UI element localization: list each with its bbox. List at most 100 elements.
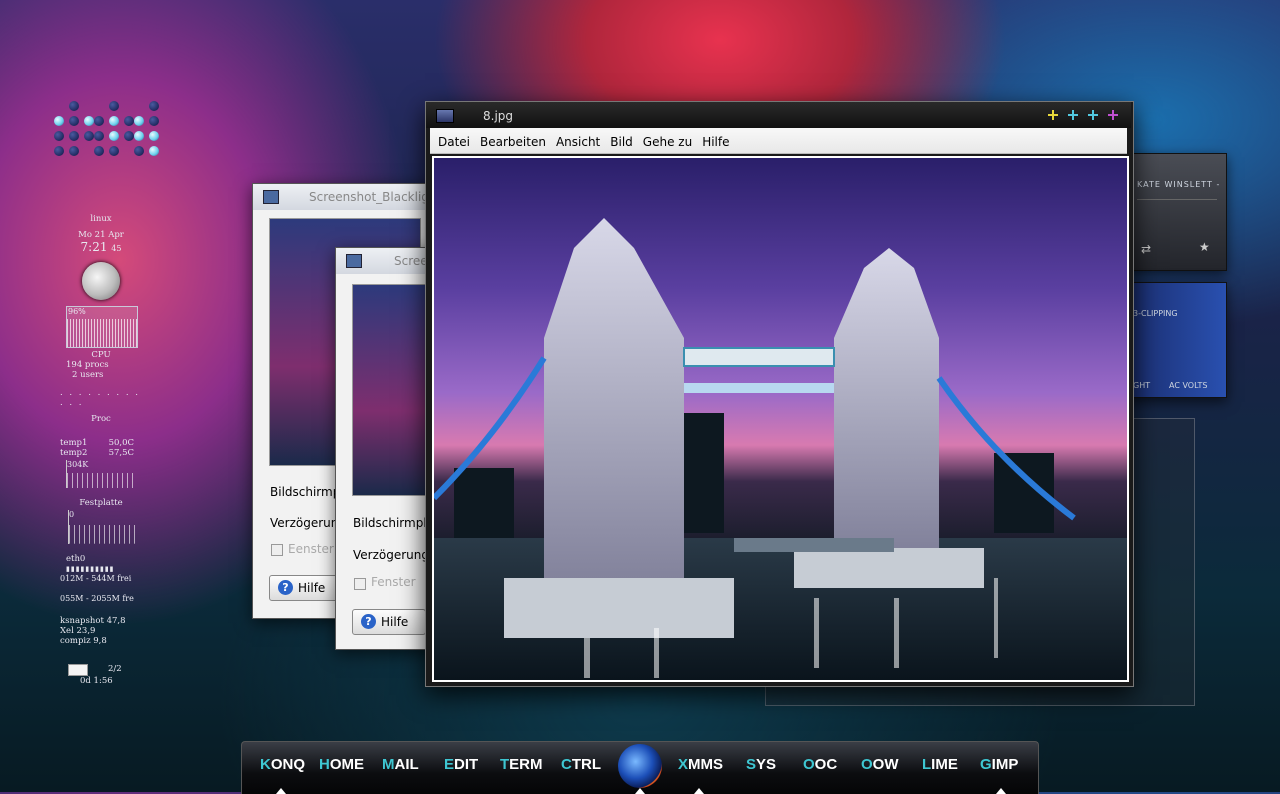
dock-item-label: ERM xyxy=(509,756,543,773)
dock-item-initial: M xyxy=(382,756,395,773)
ksnapshot-icon xyxy=(346,254,362,268)
temp1-value: 50,0C xyxy=(108,438,134,448)
mail-icon[interactable] xyxy=(68,664,88,676)
maximize-button[interactable] xyxy=(1087,109,1099,121)
temp1-label: temp1 xyxy=(60,438,88,448)
menubar: Datei Bearbeiten Ansicht Bild Gehe zu Hi… xyxy=(430,128,1127,154)
dock-item-mail[interactable]: MAIL xyxy=(382,756,419,773)
divider: . . . . . . . . . . . . xyxy=(60,388,140,408)
image-viewer-window[interactable]: 8.jpg Datei Bearbeiten Ansicht Bild Gehe… xyxy=(425,101,1134,687)
mail-count: 2/2 xyxy=(108,664,122,674)
dock-item-label: TRL xyxy=(571,756,602,773)
image-canvas[interactable] xyxy=(432,156,1129,682)
mem-line-1: 012M - 544M frei xyxy=(60,574,132,583)
dock-item-initial: G xyxy=(980,756,992,773)
clock-seconds: 45 xyxy=(111,244,122,253)
dock-item-label: MMS xyxy=(688,756,724,773)
eq-right-label: AC VOLTS xyxy=(1169,381,1208,390)
desktop-dots-logo xyxy=(54,101,164,161)
temp2-label: temp2 xyxy=(60,448,88,458)
image-viewer-titlebar[interactable]: 8.jpg xyxy=(426,102,1131,128)
dock-item-label: OW xyxy=(872,756,899,773)
dock-item-xmms[interactable]: XMMS xyxy=(678,756,723,773)
uptime: 0d 1:56 xyxy=(80,676,113,686)
dock-item-label: IMP xyxy=(991,756,1019,773)
users-count: 2 users xyxy=(72,370,104,380)
menu-gehe-zu[interactable]: Gehe zu xyxy=(643,128,692,153)
procs-count: 194 procs xyxy=(66,360,109,370)
help-button[interactable]: ? Hilfe xyxy=(352,609,426,635)
xmms-repeat-icon[interactable]: ⇄ xyxy=(1141,242,1151,256)
disk-graph: 0 xyxy=(68,510,136,544)
dock-item-gimp[interactable]: GIMP xyxy=(980,756,1018,773)
top-process-2: Xel 23,9 xyxy=(60,626,96,636)
dock-item-lime[interactable]: LIME xyxy=(922,756,958,773)
window-1-title: Screenshot_Blacklig xyxy=(309,190,429,204)
dock-bar: KONQ HOME MAIL EDIT TERM CTRL XMMS SYS OOC OOW LIM… xyxy=(241,741,1039,794)
dock-item-initial: S xyxy=(746,756,757,773)
shade-button[interactable] xyxy=(1067,109,1079,121)
menu-bearbeiten[interactable]: Bearbeiten xyxy=(480,128,546,153)
eth-label: eth0 xyxy=(66,554,86,564)
dock-item-ctrl[interactable]: CTRL xyxy=(561,756,601,773)
help-button[interactable]: ? Hilfe xyxy=(269,575,343,601)
xmms-player[interactable]: KATE WINSLETT - ⇄ ★ xyxy=(1120,153,1227,271)
dock-item-initial: H xyxy=(319,756,330,773)
close-button[interactable] xyxy=(1107,109,1119,121)
minimize-button[interactable] xyxy=(1047,109,1059,121)
menu-hilfe[interactable]: Hilfe xyxy=(702,128,729,153)
dock-item-oow[interactable]: OOW xyxy=(861,756,899,773)
eth-meter: ▮▮▮▮▮▮▮▮▮▮ xyxy=(66,565,115,573)
dock-running-indicator xyxy=(635,788,645,794)
system-monitor-widget: linux Mo 21 Apr 7:21 45 96% CPU 194 proc… xyxy=(60,214,142,686)
dock-item-sys[interactable]: SYS xyxy=(746,756,776,773)
eq-preset-label: 3-CLIPPING xyxy=(1133,309,1178,318)
window-checkbox[interactable] xyxy=(271,544,283,556)
cpu-percent: 96% xyxy=(68,307,86,316)
dock-item-initial: O xyxy=(803,756,815,773)
window-checkbox[interactable] xyxy=(354,578,366,590)
net-rate: 304K xyxy=(67,460,89,469)
dock-item-label: ONQ xyxy=(270,756,306,773)
ksnapshot-icon xyxy=(263,190,279,204)
dock-item-konq[interactable]: KONQ xyxy=(260,756,305,773)
disk-value: 0 xyxy=(69,510,75,519)
help-icon: ? xyxy=(278,580,293,595)
xmms-track-title: KATE WINSLETT - xyxy=(1137,180,1221,189)
window-checkbox-label: Eenster xyxy=(288,542,334,556)
dock-item-label: OME xyxy=(329,756,365,773)
dock-item-initial: C xyxy=(561,756,572,773)
disk-label: Festplatte xyxy=(79,498,123,508)
window-2-title: Scree xyxy=(394,254,428,268)
date: Mo 21 Apr xyxy=(78,230,124,240)
dock-item-initial: K xyxy=(260,756,271,773)
window-1-titlebar[interactable]: Screenshot_Blacklig xyxy=(253,184,453,210)
dock-item-label: DIT xyxy=(454,756,479,773)
dock-item-label: OC xyxy=(814,756,838,773)
cpu-graph: 96% xyxy=(66,306,138,348)
menu-ansicht[interactable]: Ansicht xyxy=(556,128,600,153)
dock-item-ooc[interactable]: OOC xyxy=(803,756,837,773)
net-graph: 304K xyxy=(66,460,136,488)
top-process-1: ksnapshot 47,8 xyxy=(60,616,126,626)
window-checkbox-label: Fenster xyxy=(371,575,416,589)
dock-item-term[interactable]: TERM xyxy=(500,756,543,773)
help-button-label: Hilfe xyxy=(381,615,409,629)
cpu-label: CPU xyxy=(91,350,111,360)
moon-phase-icon xyxy=(82,262,120,300)
dock-running-indicator xyxy=(996,788,1006,794)
xmms-equalizer[interactable]: 3-CLIPPING GHT AC VOLTS xyxy=(1120,282,1227,398)
top-process-3: compiz 9,8 xyxy=(60,636,107,646)
dock-item-edit[interactable]: EDIT xyxy=(444,756,478,773)
dock-item-initial: E xyxy=(444,756,455,773)
help-button-label: Hilfe xyxy=(298,581,326,595)
xmms-separator xyxy=(1137,199,1217,200)
menu-datei[interactable]: Datei xyxy=(438,128,470,153)
firefox-icon[interactable] xyxy=(618,744,662,788)
dock-item-home[interactable]: HOME xyxy=(319,756,364,773)
image-viewer-app-icon xyxy=(436,109,454,123)
help-icon: ? xyxy=(361,614,376,629)
xmms-star-icon[interactable]: ★ xyxy=(1199,240,1210,254)
proc-label: Proc xyxy=(91,414,111,424)
menu-bild[interactable]: Bild xyxy=(610,128,633,153)
